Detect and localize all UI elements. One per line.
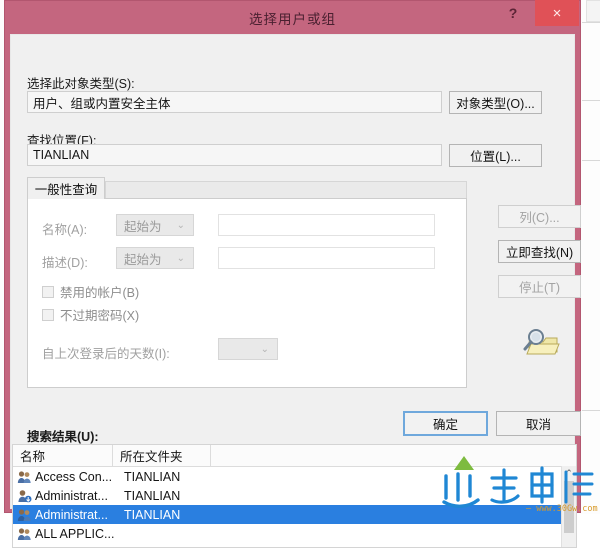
table-row[interactable]: ALL APPLIC... (13, 524, 576, 543)
location-field[interactable]: TIANLIAN (27, 144, 442, 166)
search-results-label: 搜索结果(U): (27, 426, 99, 445)
user-arrow-icon (17, 489, 32, 503)
non-expiring-password-checkbox[interactable]: 不过期密码(X) (42, 305, 139, 324)
tab-common-queries[interactable]: 一般性查询 (27, 177, 105, 199)
select-users-or-groups-dialog: 选择用户或组 ? × 选择此对象类型(S): 用户、组或内置安全主体 对象类型(… (4, 0, 581, 513)
group-icon (17, 508, 32, 522)
row-name-cell: Administrat... (13, 508, 121, 522)
scroll-up-arrow-icon[interactable]: ⌃ (562, 466, 576, 481)
row-name-cell: ALL APPLIC... (13, 527, 121, 541)
scrollbar-thumb[interactable] (564, 481, 574, 533)
ok-button[interactable]: 确定 (403, 411, 488, 436)
backdrop-line (582, 100, 600, 101)
non-expiring-password-label: 不过期密码(X) (60, 305, 139, 324)
locations-button[interactable]: 位置(L)... (449, 144, 542, 167)
object-type-label: 选择此对象类型(S): (27, 73, 135, 92)
list-header-row: 名称 所在文件夹 (13, 445, 576, 467)
description-condition-select[interactable]: 起始为 ⌄ (116, 247, 194, 269)
chevron-down-icon: ⌄ (177, 220, 185, 231)
name-condition-select[interactable]: 起始为 ⌄ (116, 214, 194, 236)
backdrop-line (582, 22, 600, 23)
disabled-accounts-checkbox[interactable]: 禁用的帐户(B) (42, 282, 139, 301)
table-row[interactable]: Administrat... TIANLIAN (13, 505, 576, 524)
window-title: 选择用户或组 (249, 8, 336, 28)
days-since-login-label: 自上次登录后的天数(I): (42, 343, 170, 362)
stop-button[interactable]: 停止(T) (498, 275, 581, 298)
dialog-body: 选择此对象类型(S): 用户、组或内置安全主体 对象类型(O)... 查找位置(… (10, 34, 575, 509)
find-now-button[interactable]: 立即查找(N) (498, 240, 581, 263)
query-tabstrip: 一般性查询 (27, 177, 467, 199)
backdrop-panel (586, 0, 600, 22)
table-row[interactable]: Administrat... TIANLIAN (13, 486, 576, 505)
row-name-text: Administrat... (35, 508, 108, 522)
row-folder-cell: TIANLIAN (121, 489, 291, 503)
days-since-login-select[interactable]: ⌄ (218, 338, 278, 360)
help-button[interactable]: ? (491, 0, 535, 26)
common-queries-panel: 名称(A): 起始为 ⌄ 描述(D): 起始为 ⌄ 禁用的帐户(B) 不过期密码… (27, 198, 467, 388)
row-name-cell: Access Con... (13, 470, 121, 484)
row-name-text: ALL APPLIC... (35, 527, 114, 541)
description-condition-value: 起始为 (124, 249, 162, 268)
column-header-name[interactable]: 名称 (13, 445, 113, 466)
results-scrollbar[interactable]: ⌃ (561, 466, 576, 548)
chevron-down-icon: ⌄ (261, 344, 269, 355)
table-row[interactable]: Access Con... TIANLIAN (13, 467, 576, 486)
backdrop-line (582, 410, 600, 411)
cancel-button[interactable]: 取消 (496, 411, 581, 436)
name-condition-value: 起始为 (124, 216, 162, 235)
row-name-text: Access Con... (35, 470, 112, 484)
close-button[interactable]: × (535, 0, 579, 26)
disabled-accounts-label: 禁用的帐户(B) (60, 282, 139, 301)
row-folder-cell: TIANLIAN (121, 508, 291, 522)
title-bar: 选择用户或组 ? × (10, 1, 575, 34)
column-header-folder[interactable]: 所在文件夹 (113, 445, 211, 466)
backdrop-line (582, 160, 600, 161)
chevron-down-icon: ⌄ (177, 253, 185, 264)
columns-button[interactable]: 列(C)... (498, 205, 581, 228)
name-label: 名称(A): (42, 219, 87, 238)
search-results-list[interactable]: 名称 所在文件夹 Access Con... TIANLIAN (12, 444, 577, 548)
column-header-blank (211, 445, 576, 466)
group-icon (17, 470, 32, 484)
object-types-button[interactable]: 对象类型(O)... (449, 91, 542, 114)
tabstrip-filler (105, 181, 467, 199)
description-input[interactable] (218, 247, 435, 269)
row-name-text: Administrat... (35, 489, 108, 503)
description-label: 描述(D): (42, 252, 88, 271)
row-name-cell: Administrat... (13, 489, 121, 503)
group-icon (17, 527, 32, 541)
checkbox-icon (42, 309, 54, 321)
magnifier-folder-icon (519, 324, 561, 362)
row-folder-cell: TIANLIAN (121, 470, 291, 484)
object-type-value: 用户、组或内置安全主体 (33, 93, 171, 112)
checkbox-icon (42, 286, 54, 298)
location-value: TIANLIAN (33, 148, 89, 162)
table-row[interactable] (13, 543, 576, 548)
name-input[interactable] (218, 214, 435, 236)
object-type-field[interactable]: 用户、组或内置安全主体 (27, 91, 442, 113)
window-controls: ? × (491, 0, 579, 26)
